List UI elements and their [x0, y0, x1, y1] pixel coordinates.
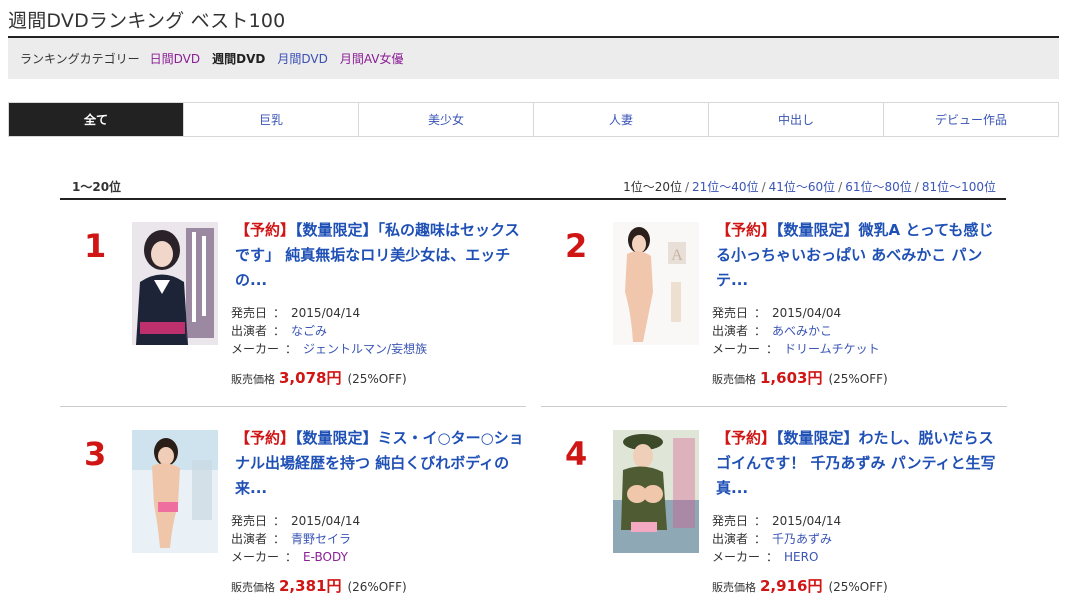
performer-link[interactable]: あべみかこ	[772, 324, 832, 338]
ranking-item: 1 【予約】【数量限定】「私の趣味はセックスです」 純真無垢なロリ美少女は、エッ…	[60, 202, 530, 407]
product-thumbnail[interactable]	[613, 430, 699, 553]
release-date-row: 発売日： 2015/04/14	[231, 306, 361, 320]
maker-link[interactable]: E-BODY	[303, 550, 348, 564]
maker-row: メーカー： HERO	[712, 550, 819, 564]
page-title: 週間DVDランキング ベスト100	[8, 10, 286, 32]
maker-link[interactable]: HERO	[784, 550, 818, 564]
release-date: 2015/04/14	[291, 514, 361, 528]
ranking-item: 3 【予約】【数量限定】ミス・イ○ター○ショナル出場経歴を持つ 純白くびれボディ…	[60, 410, 530, 603]
reserve-tag: 【予約】	[235, 221, 296, 239]
tab-creampie[interactable]: 中出し	[708, 103, 883, 136]
performer-row: 出演者：なごみ	[231, 324, 328, 338]
product-title-link[interactable]: 【予約】【数量限定】「私の趣味はセックスです」 純真無垢なロリ美少女は、エッチの…	[235, 218, 525, 293]
page-link-81-100[interactable]: 81位〜100位	[922, 180, 996, 194]
maker-row: メーカー：ドリームチケット	[712, 342, 880, 356]
product-title-link[interactable]: 【予約】【数量限定】わたし、脱いだらスゴイんです！ 千乃あずみ パンティと生写真…	[716, 426, 1006, 501]
price-amount: 2,916円	[760, 577, 823, 595]
category-link-monthly-actress[interactable]: 月間AV女優	[340, 50, 404, 67]
performer-row: 出演者：青野セイラ	[231, 532, 352, 546]
tab-debut[interactable]: デビュー作品	[883, 103, 1058, 136]
ranking-item: 4 【予約】【数量限定】わたし、脱いだらスゴイんです！ 千乃あずみ パンティと生…	[541, 410, 1011, 603]
price-amount: 2,381円	[279, 577, 342, 595]
performer-row: 出演者：千乃あずみ	[712, 532, 833, 546]
release-date: 2015/04/14	[291, 306, 361, 320]
discount: (25%OFF)	[347, 372, 407, 386]
product-thumbnail[interactable]	[132, 222, 218, 345]
discount: (26%OFF)	[347, 580, 407, 594]
release-date-row: 発売日： 2015/04/14	[712, 514, 842, 528]
reserve-tag: 【予約】	[235, 429, 296, 447]
tab-married-woman[interactable]: 人妻	[533, 103, 708, 136]
price-row: 販売価格 3,078円 (25%OFF)	[231, 369, 407, 387]
tab-beautiful-girl[interactable]: 美少女	[358, 103, 533, 136]
page-link-21-40[interactable]: 21位〜40位	[692, 180, 759, 194]
price-row: 販売価格 1,603円 (25%OFF)	[712, 369, 888, 387]
release-date-row: 発売日： 2015/04/14	[231, 514, 361, 528]
discount: (25%OFF)	[828, 372, 888, 386]
price-row: 販売価格 2,916円 (25%OFF)	[712, 577, 888, 595]
genre-tabs: 全て 巨乳 美少女 人妻 中出し デビュー作品	[8, 102, 1059, 137]
item-divider	[541, 406, 1007, 407]
discount: (25%OFF)	[828, 580, 888, 594]
price-row: 販売価格 2,381円 (26%OFF)	[231, 577, 407, 595]
page-link-1-20: 1位〜20位	[623, 180, 682, 194]
current-range: 1〜20位	[72, 180, 122, 194]
rank-number: 1	[84, 227, 107, 265]
category-link-weekly-dvd[interactable]: 週間DVD	[212, 50, 265, 67]
performer-row: 出演者：あべみかこ	[712, 324, 833, 338]
maker-link[interactable]: ジェントルマン/妄想族	[303, 342, 427, 356]
maker-row: メーカー：ジェントルマン/妄想族	[231, 342, 428, 356]
release-date-row: 発売日： 2015/04/04	[712, 306, 842, 320]
svg-text:A: A	[671, 247, 683, 264]
range-header: 1〜20位 1位〜20位/21位〜40位/41位〜60位/61位〜80位/81位…	[60, 173, 1006, 200]
ranking-item: 2 A 【予約】【数量限定】微乳A とっても感じる小っちゃいおっぱい あべみかこ…	[541, 202, 1011, 407]
product-title-link[interactable]: 【予約】【数量限定】微乳A とっても感じる小っちゃいおっぱい あべみかこ パンテ…	[716, 218, 1006, 293]
release-date: 2015/04/04	[772, 306, 842, 320]
category-link-daily-dvd[interactable]: 日間DVD	[150, 50, 200, 67]
product-title-link[interactable]: 【予約】【数量限定】ミス・イ○ター○ショナル出場経歴を持つ 純白くびれボディの来…	[235, 426, 525, 501]
category-link-monthly-dvd[interactable]: 月間DVD	[277, 50, 327, 67]
performer-link[interactable]: なごみ	[291, 324, 327, 338]
rank-number: 2	[565, 227, 588, 265]
page-link-61-80[interactable]: 61位〜80位	[845, 180, 912, 194]
page-link-41-60[interactable]: 41位〜60位	[769, 180, 836, 194]
category-bar: ランキングカテゴリー 日間DVD 週間DVD 月間DVD 月間AV女優	[8, 38, 1059, 79]
range-pager: 1位〜20位/21位〜40位/41位〜60位/61位〜80位/81位〜100位	[623, 180, 996, 194]
price-amount: 1,603円	[760, 369, 823, 387]
reserve-tag: 【予約】	[716, 429, 777, 447]
tab-all[interactable]: 全て	[9, 103, 183, 136]
product-thumbnail[interactable]	[132, 430, 218, 553]
tab-big-breasts[interactable]: 巨乳	[183, 103, 358, 136]
price-amount: 3,078円	[279, 369, 342, 387]
release-date: 2015/04/14	[772, 514, 842, 528]
performer-link[interactable]: 千乃あずみ	[772, 532, 832, 546]
product-thumbnail[interactable]: A	[613, 222, 699, 345]
category-label: ランキングカテゴリー	[20, 52, 140, 66]
maker-row: メーカー： E-BODY	[231, 550, 348, 564]
maker-link[interactable]: ドリームチケット	[784, 342, 880, 356]
item-divider	[60, 406, 526, 407]
reserve-tag: 【予約】	[716, 221, 777, 239]
performer-link[interactable]: 青野セイラ	[291, 532, 351, 546]
rank-number: 3	[84, 435, 107, 473]
rank-number: 4	[565, 435, 588, 473]
